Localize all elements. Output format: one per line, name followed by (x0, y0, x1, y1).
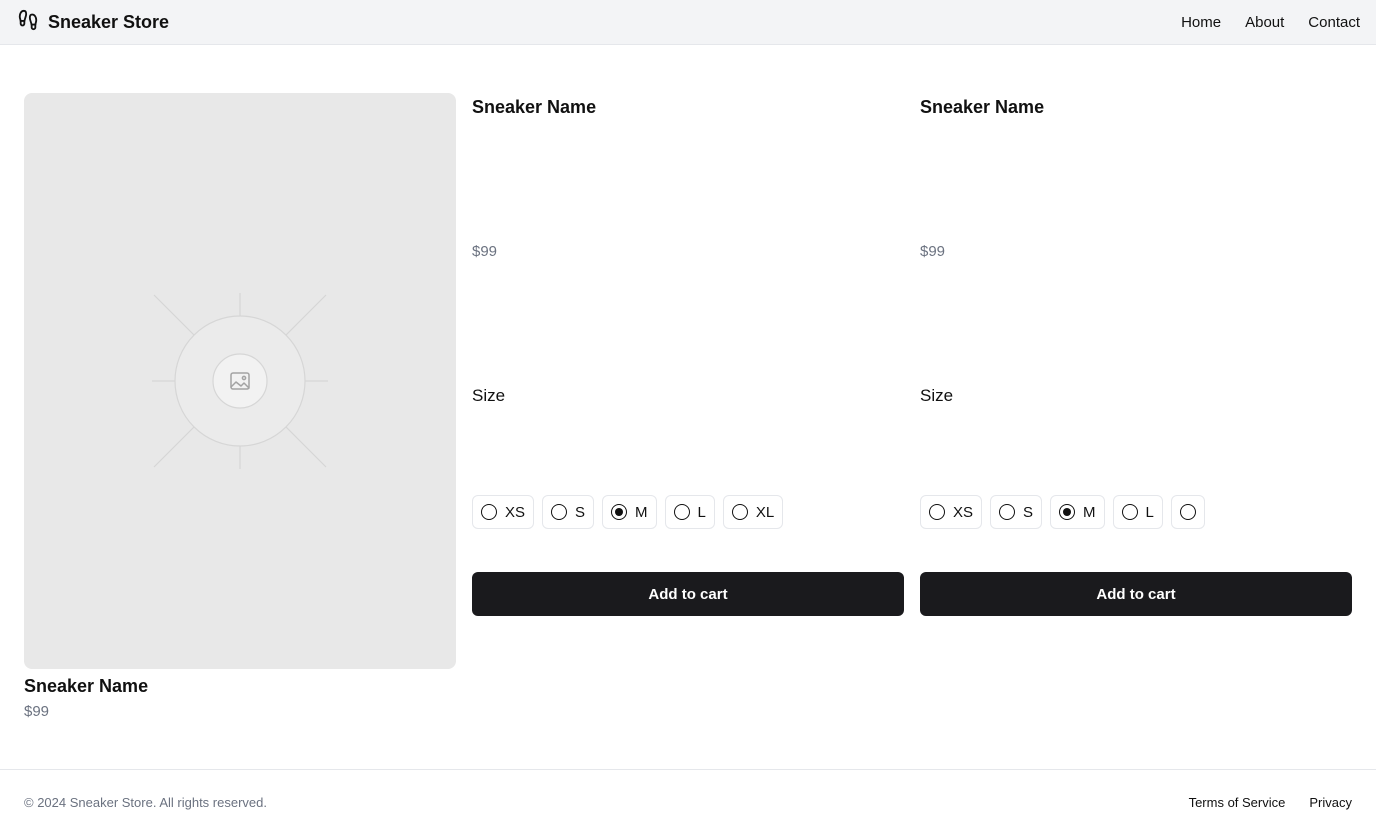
radio-checked-icon (1059, 504, 1076, 520)
size-label: Size (472, 386, 506, 405)
product-image-placeholder (24, 93, 456, 669)
size-option-xs[interactable]: XS (920, 495, 983, 529)
radio-icon (551, 504, 568, 520)
image-placeholder-icon (152, 293, 328, 469)
size-option-l[interactable]: L (1112, 495, 1163, 529)
brand-name: Sneaker Store (48, 11, 170, 32)
size-option-m[interactable]: M (602, 495, 657, 529)
radio-icon (1121, 504, 1138, 520)
nav-contact-link[interactable]: Contact (1308, 14, 1360, 31)
featured-product-card: Sneaker Name $99 (24, 93, 456, 721)
size-label: Size (920, 386, 954, 405)
size-option-s[interactable]: S (542, 495, 595, 529)
featured-product-price: $99 (24, 703, 50, 720)
nav-about-link[interactable]: About (1245, 14, 1284, 31)
copyright-text: © 2024 Sneaker Store. All rights reserve… (24, 794, 267, 810)
footprints-icon (17, 9, 39, 36)
product-card-1: Sneaker Name $99 Size XS S M L XL Add to… (472, 93, 904, 616)
size-option-unlabeled[interactable] (1170, 495, 1205, 529)
radio-icon (731, 504, 748, 520)
size-option-s[interactable]: S (990, 495, 1043, 529)
radio-icon (673, 504, 690, 520)
radio-icon (929, 504, 945, 520)
size-option-xl[interactable]: XL (722, 495, 784, 529)
size-option-l[interactable]: L (664, 495, 715, 529)
radio-icon (999, 504, 1016, 520)
add-to-cart-button[interactable]: Add to cart (920, 572, 1352, 616)
site-header: Sneaker Store Home About Contact (0, 0, 1376, 45)
terms-of-service-link[interactable]: Terms of Service (1189, 795, 1286, 810)
featured-product-name: Sneaker Name (24, 676, 149, 696)
size-option-m[interactable]: M (1050, 495, 1105, 529)
radio-checked-icon (611, 504, 628, 520)
product-price: $99 (472, 243, 498, 260)
size-option-xs[interactable]: XS (472, 495, 535, 529)
privacy-link[interactable]: Privacy (1309, 795, 1352, 810)
size-options: XS S M L (920, 495, 1205, 529)
product-name: Sneaker Name (920, 97, 1045, 117)
product-name: Sneaker Name (472, 97, 597, 117)
brand-logo-link[interactable]: Sneaker Store (17, 9, 169, 36)
size-options: XS S M L XL (472, 495, 784, 529)
main-nav: Home About Contact (1181, 14, 1360, 31)
nav-home-link[interactable]: Home (1181, 14, 1221, 31)
radio-icon (481, 504, 497, 520)
product-price: $99 (920, 243, 946, 260)
radio-icon (1179, 504, 1196, 520)
footer-links: Terms of Service Privacy (1189, 795, 1352, 810)
site-footer: © 2024 Sneaker Store. All rights reserve… (0, 769, 1376, 834)
add-to-cart-button[interactable]: Add to cart (472, 572, 904, 616)
product-card-2: Sneaker Name $99 Size XS S M L Add to ca… (920, 93, 1352, 616)
